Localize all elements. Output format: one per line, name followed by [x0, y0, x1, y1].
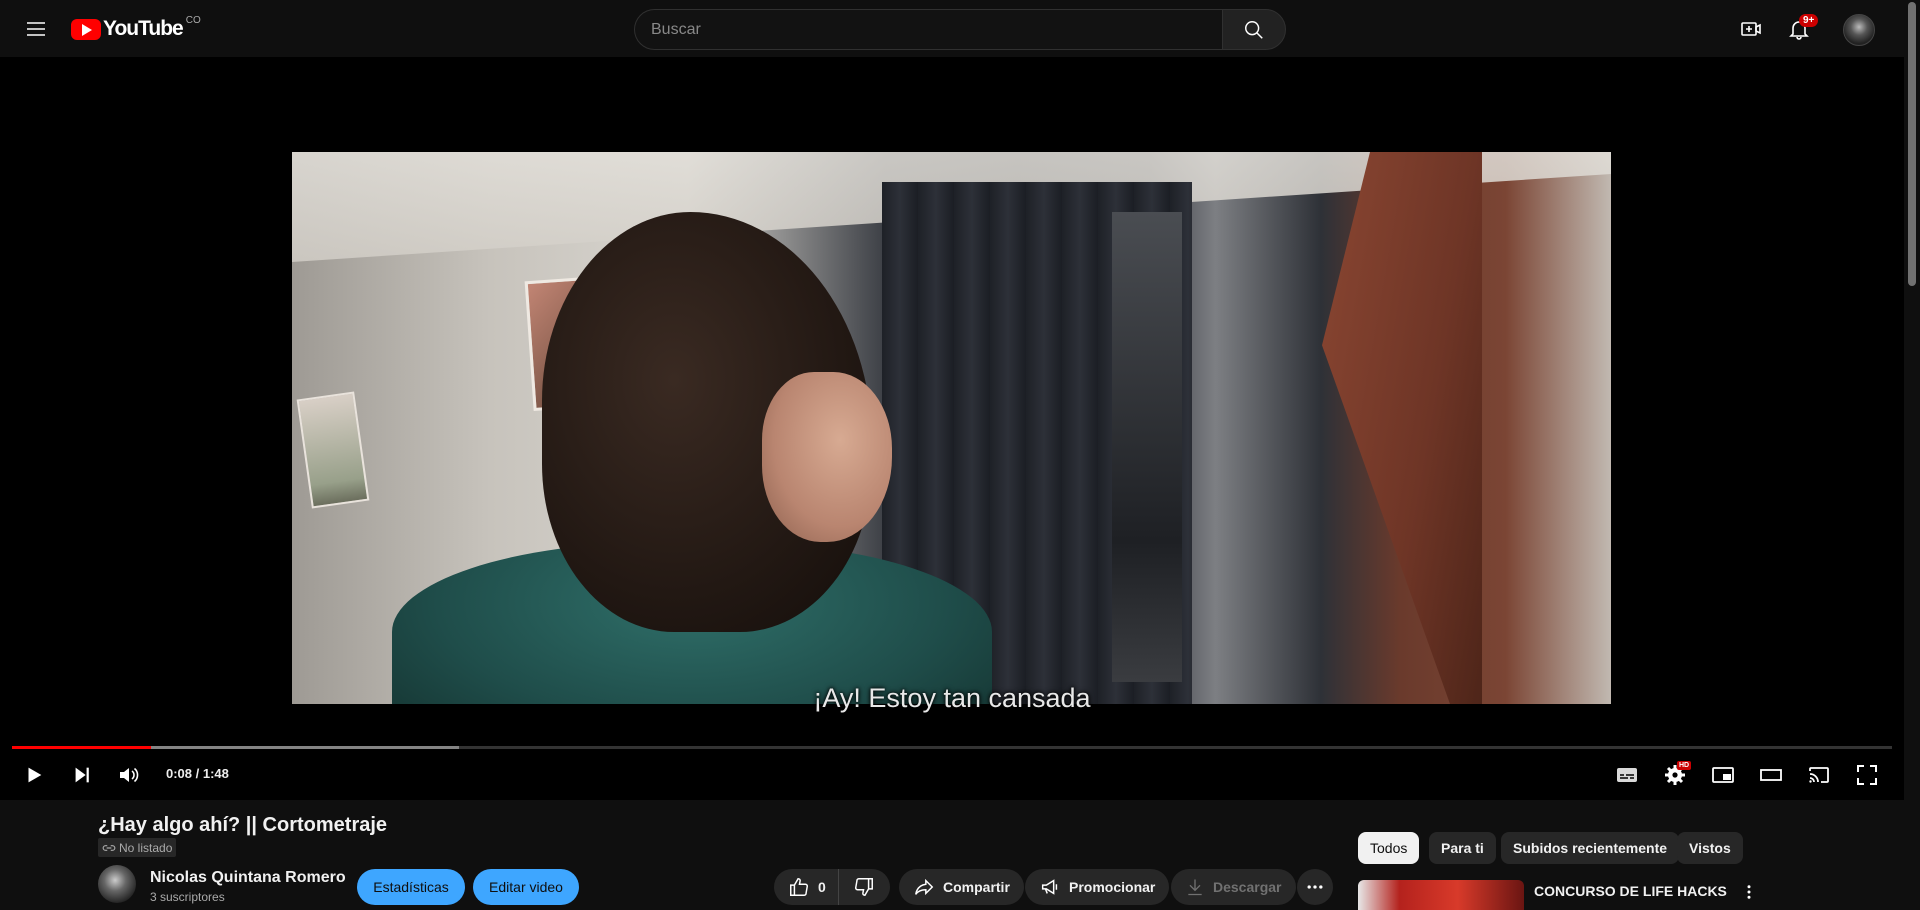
create-video-button[interactable]: [1731, 9, 1771, 49]
video-player[interactable]: ¡Ay! Estoy tan cansada: [0, 57, 1904, 800]
share-icon: [915, 878, 934, 896]
chip-todos[interactable]: Todos: [1358, 832, 1420, 864]
channel-name[interactable]: Nicolas Quintana Romero: [150, 869, 346, 887]
subtitles-icon: [1617, 768, 1637, 782]
notifications-button[interactable]: 9+: [1779, 9, 1819, 49]
video-scene-shelf: [1322, 152, 1482, 704]
share-label: Compartir: [943, 879, 1010, 895]
more-actions-button[interactable]: [1297, 869, 1333, 905]
video-scene-canvas-art: [296, 391, 370, 509]
search-icon: [1245, 20, 1263, 39]
settings-button[interactable]: HD: [1655, 755, 1695, 795]
page-scrollbar[interactable]: [1904, 0, 1920, 906]
promote-button[interactable]: Promocionar: [1025, 869, 1170, 905]
video-title: ¿Hay algo ahí? || Cortometraje: [98, 814, 388, 836]
share-button[interactable]: Compartir: [899, 869, 1024, 905]
fullscreen-icon: [1857, 765, 1877, 785]
volume-button[interactable]: [109, 755, 149, 795]
more-horizontal-icon: [1307, 885, 1323, 889]
edit-video-button[interactable]: Editar video: [473, 869, 579, 905]
recommendation-more-button[interactable]: [1737, 880, 1761, 904]
thumbs-down-icon: [855, 878, 874, 896]
video-scene-window: [1112, 212, 1182, 682]
download-label: Descargar: [1213, 879, 1282, 895]
miniplayer-button[interactable]: [1703, 755, 1743, 795]
chip-recent-uploads[interactable]: Subidos recientemente: [1501, 832, 1680, 864]
top-bar: YouTube CO 9+: [0, 0, 1904, 57]
chip-vistos[interactable]: Vistos: [1677, 832, 1743, 864]
visibility-badge: No listado: [98, 838, 177, 857]
search-input[interactable]: [634, 9, 1222, 50]
volume-icon: [120, 767, 139, 783]
subtitles-button[interactable]: [1607, 755, 1647, 795]
play-button[interactable]: [14, 755, 54, 795]
dislike-button[interactable]: [839, 869, 890, 905]
subscriber-count: 3 suscriptores: [150, 890, 225, 904]
recommendation-title[interactable]: CONCURSO DE LIFE HACKS: [1534, 883, 1727, 899]
youtube-play-logo-icon: [71, 18, 101, 40]
visibility-label: No listado: [119, 840, 173, 855]
cast-icon: [1809, 767, 1829, 783]
like-count: 0: [818, 879, 826, 895]
chip-para-ti[interactable]: Para ti: [1429, 832, 1496, 864]
country-code: CO: [185, 14, 201, 26]
theater-mode-button[interactable]: [1751, 755, 1791, 795]
theater-mode-icon: [1760, 769, 1782, 781]
hd-badge: HD: [1677, 761, 1692, 770]
like-dislike-group: 0: [774, 869, 890, 905]
video-frame[interactable]: [292, 152, 1611, 704]
thumbs-up-icon: [790, 878, 808, 896]
caption-text: ¡Ay! Estoy tan cansada: [813, 683, 1091, 713]
like-button[interactable]: 0: [774, 869, 839, 905]
promote-megaphone-icon: [1041, 879, 1058, 895]
create-video-icon: [1741, 22, 1761, 36]
search-button[interactable]: [1222, 9, 1286, 50]
play-icon: [28, 767, 42, 783]
promote-label: Promocionar: [1069, 879, 1156, 895]
scrollbar-thumb[interactable]: [1908, 2, 1916, 286]
video-scene-person-face: [762, 372, 892, 542]
youtube-logo[interactable]: YouTube CO: [71, 14, 201, 41]
player-controls: 0:08 / 1:48 HD: [0, 755, 1904, 795]
stats-button[interactable]: Estadísticas: [357, 869, 465, 905]
notification-badge: 9+: [1799, 14, 1819, 27]
fullscreen-button[interactable]: [1847, 755, 1887, 795]
logo-text: YouTube: [103, 17, 184, 40]
more-vertical-icon: [1747, 885, 1751, 899]
miniplayer-icon: [1712, 767, 1734, 783]
download-button[interactable]: Descargar: [1171, 869, 1296, 905]
progress-played: [12, 746, 152, 749]
skip-next-icon: [75, 767, 89, 783]
time-display: 0:08 / 1:48: [166, 766, 229, 781]
menu-icon[interactable]: [16, 9, 56, 49]
next-button[interactable]: [62, 755, 102, 795]
cast-button[interactable]: [1799, 755, 1839, 795]
download-icon: [1188, 879, 1202, 896]
search-bar: [634, 9, 1286, 50]
link-icon: [102, 844, 116, 851]
channel-avatar[interactable]: [98, 865, 136, 903]
progress-bar[interactable]: [12, 746, 1892, 749]
account-avatar[interactable]: [1843, 14, 1875, 46]
